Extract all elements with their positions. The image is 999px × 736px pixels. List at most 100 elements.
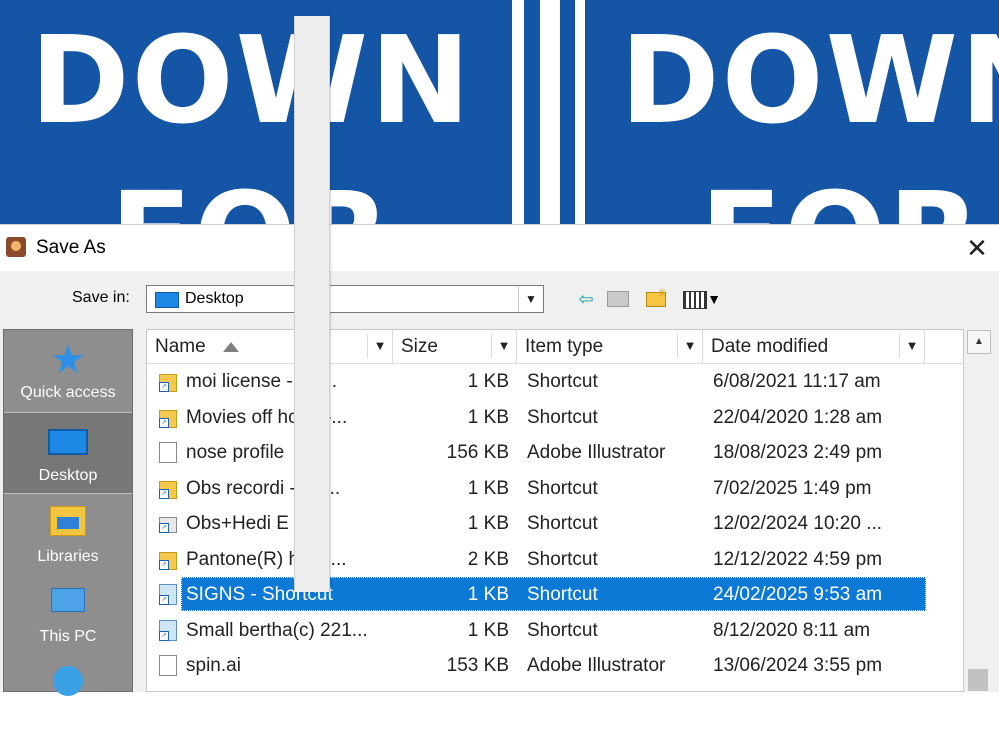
up-folder-icon[interactable] [606,287,630,311]
places-bar: ★ Quick access Desktop Libraries This PC [3,329,133,696]
file-type: Shortcut [527,548,598,570]
view-menu-icon[interactable]: ▼ [678,287,726,311]
file-date: 12/02/2024 10:20 ... [713,513,883,534]
column-header-name[interactable]: Name ▼ [147,330,393,363]
save-as-dialog: Save As ✕ Save in: Desktop ▼ ⇦ ▼ ★ Quick… [0,224,999,696]
place-label: Desktop [38,467,98,484]
file-type: Shortcut [527,584,598,605]
chevron-down-icon[interactable]: ▼ [677,334,702,358]
file-size: 1 KB [467,584,509,605]
close-button[interactable]: ✕ [958,231,996,265]
scroll-up-icon[interactable]: ▲ [967,330,991,354]
place-label: Quick access [20,384,116,401]
file-size: 1 KB [467,477,509,499]
file-row[interactable]: ↗ Obs recordi - Sh... 1 KB Shortcut 7/02… [147,471,963,506]
file-size: 1 KB [467,513,509,534]
dialog-title: Save As [36,237,106,258]
chevron-down-icon[interactable]: ▼ [518,286,543,312]
file-name: Obs+Hedi E [186,513,289,534]
shortcut-folder-icon: ↗ [159,551,177,570]
background-word: FOR [700,178,982,226]
column-label: Name [155,336,206,357]
shortcut-folder-icon: ↗ [159,374,177,392]
file-row-selected[interactable]: ↗ SIGNS - Shortcut 1 KB Shortcut 24/02/2… [147,577,963,612]
file-size: 1 KB [467,619,509,641]
file-date: 12/12/2022 4:59 pm [713,548,883,570]
file-type: Shortcut [527,371,598,392]
file-type: Shortcut [527,406,598,428]
column-header-size[interactable]: Size ▼ [393,330,517,363]
file-row[interactable]: ↗ Pantone(R) hortc... 2 KB Shortcut 12/1… [147,542,963,577]
computer-icon [51,588,85,612]
shortcut-app-icon: ↗ [159,584,177,605]
place-this-pc[interactable]: This PC [4,574,132,654]
place-label: Libraries [37,548,99,565]
background-word: FOR [110,178,392,226]
shortcut-app-icon: ↗ [159,619,177,641]
back-arrow-icon[interactable]: ⇦ [574,287,598,311]
shortcut-app-icon: ↗ [159,517,177,533]
file-type: Shortcut [527,619,598,641]
document-icon [159,655,177,676]
file-name: nose profile [186,442,285,463]
place-desktop[interactable]: Desktop [4,412,132,494]
shortcut-folder-icon: ↗ [159,480,177,499]
desktop-icon [155,292,179,308]
scroll-thumb[interactable] [968,669,988,691]
file-date: 6/08/2021 11:17 am [713,371,881,392]
file-type: Adobe Illustrator [527,442,666,463]
file-row[interactable]: ↗ Obs+Hedi E 1 KB Shortcut 12/02/2024 10… [147,506,963,541]
file-list[interactable]: Name ▼ Size ▼ Item type ▼ Date modified … [146,329,964,692]
column-label: Date modified [711,336,829,357]
shortcut-folder-icon: ↗ [159,409,177,428]
place-quick-access[interactable]: ★ Quick access [4,330,132,410]
file-date: 13/06/2024 3:55 pm [713,655,883,676]
file-size: 2 KB [467,548,509,570]
place-network[interactable] [4,656,132,736]
libraries-icon [50,506,86,536]
new-folder-icon[interactable] [642,281,670,311]
column-header-row: Name ▼ Size ▼ Item type ▼ Date modified … [147,330,963,364]
file-name: Obs recordi - Sh... [186,477,341,499]
floating-panel-bar [294,16,330,592]
file-row[interactable]: ↗ Small bertha(c) 221... 1 KB Shortcut 8… [147,613,963,648]
file-date: 18/08/2023 2:49 pm [713,442,883,463]
column-label: Size [401,336,438,357]
file-name: spin.ai [186,655,241,676]
column-header-type[interactable]: Item type ▼ [517,330,703,363]
file-row[interactable]: spin.ai 153 KB Adobe Illustrator 13/06/2… [147,648,963,683]
star-icon: ★ [50,338,86,382]
file-name: Pantone(R) hortc... [186,548,347,570]
background-stripe [540,0,560,225]
app-icon [6,237,26,257]
background-artwork: DOWN DOWN FOR FOR [0,0,999,225]
file-name: Small bertha(c) 221... [186,619,368,641]
chevron-down-icon[interactable]: ▼ [491,334,516,358]
desktop-icon [48,429,88,455]
file-date: 22/04/2020 1:28 am [713,406,883,428]
file-size: 1 KB [467,406,509,428]
file-row[interactable]: ↗ Movies off hone -... 1 KB Shortcut 22/… [147,400,963,435]
file-type: Shortcut [527,513,598,534]
background-stripe [512,0,524,225]
title-bar[interactable]: Save As ✕ [0,225,999,271]
file-row[interactable]: nose profile 156 KB Adobe Illustrator 18… [147,435,963,470]
sort-ascending-icon [223,342,239,352]
column-label: Item type [525,336,604,357]
save-in-dropdown[interactable]: Desktop ▼ [146,285,544,313]
background-word: DOWN [620,12,999,151]
place-libraries[interactable]: Libraries [4,494,132,574]
column-header-date[interactable]: Date modified ▼ [703,330,925,363]
vertical-scrollbar[interactable]: ▲ [966,329,992,692]
file-name: Movies off hone -... [186,406,348,428]
file-date: 8/12/2020 8:11 am [713,619,871,641]
file-row[interactable]: ↗ moi license - Sh... 1 KB Shortcut 6/08… [147,364,963,399]
file-type: Adobe Illustrator [527,655,666,676]
network-icon [53,666,83,696]
file-date: 24/02/2025 9:53 am [713,584,883,605]
chevron-down-icon[interactable]: ▼ [367,334,392,358]
file-date: 7/02/2025 1:49 pm [713,477,872,499]
chevron-down-icon[interactable]: ▼ [899,334,924,358]
file-size: 1 KB [467,371,509,392]
file-name: moi license - Sh... [186,371,337,392]
